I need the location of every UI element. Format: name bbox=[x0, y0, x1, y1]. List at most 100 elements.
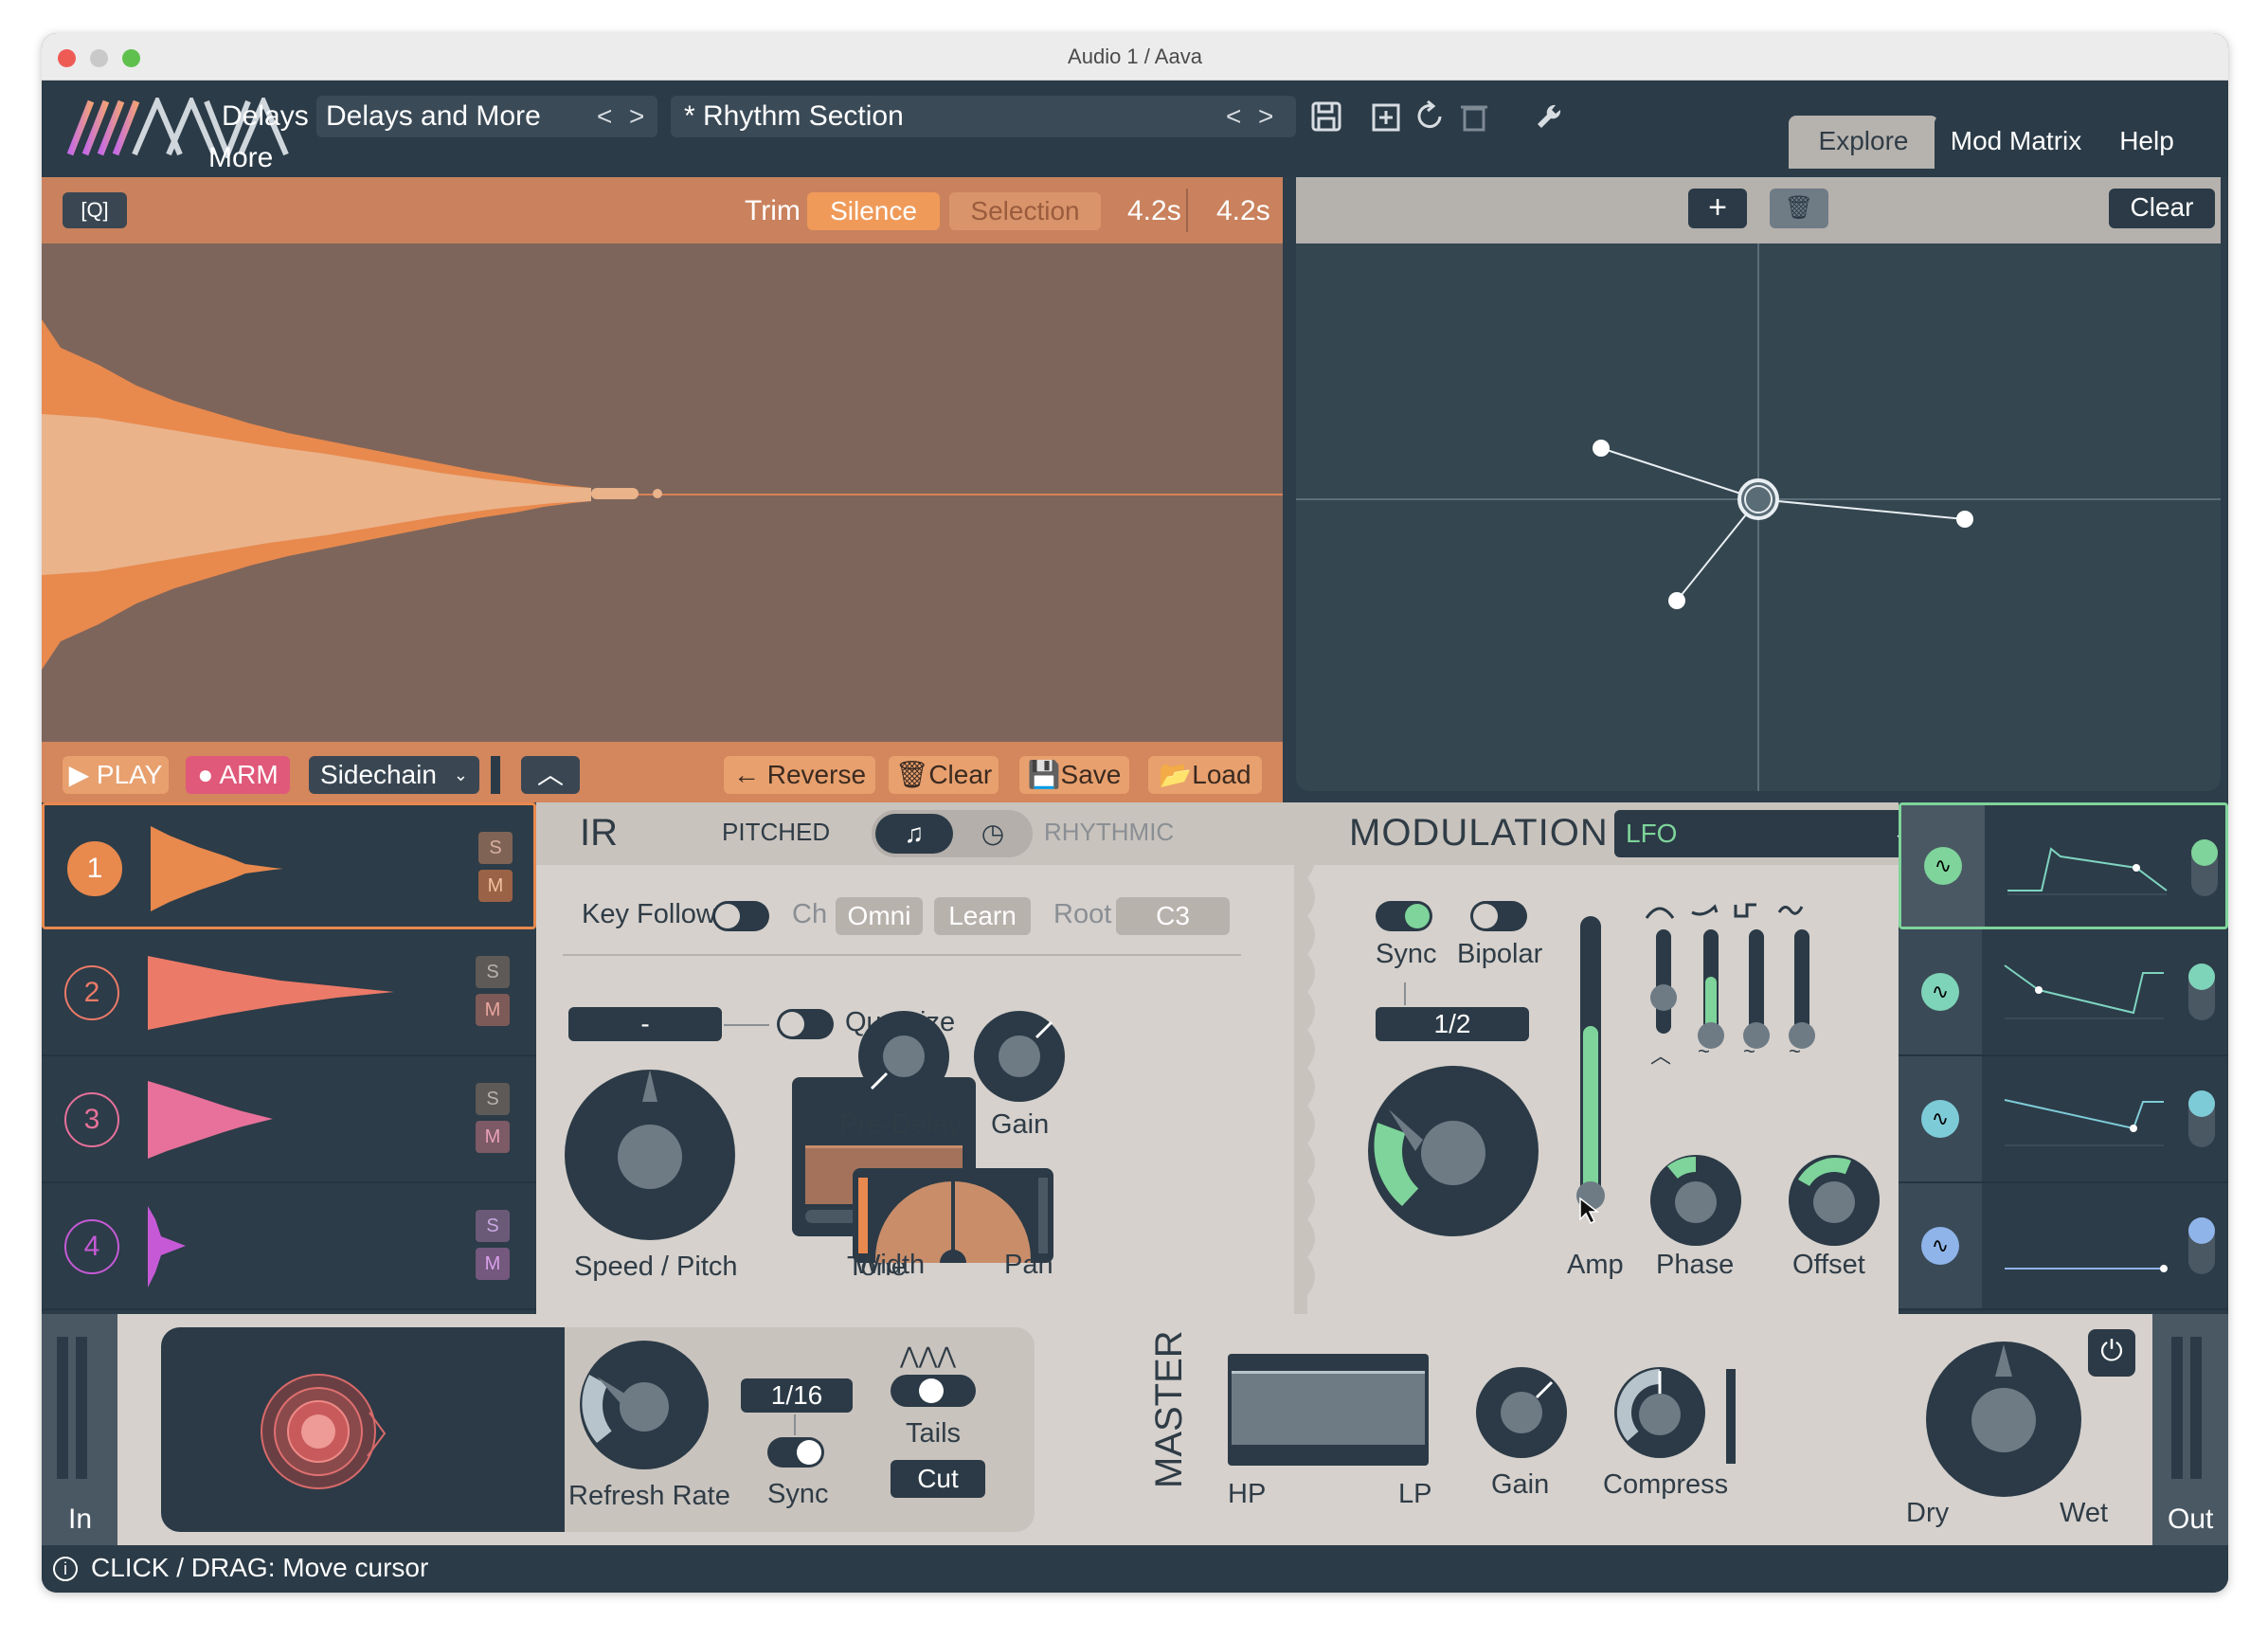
bank-prev-icon[interactable]: < bbox=[597, 96, 612, 137]
quantize-toggle[interactable] bbox=[777, 1009, 834, 1039]
width-pan-control[interactable] bbox=[853, 1168, 1053, 1263]
delete-point-icon[interactable]: 🗑 bbox=[1770, 189, 1828, 228]
zoom-button[interactable]: [Q] bbox=[63, 192, 127, 228]
delete-preset-icon[interactable] bbox=[1455, 98, 1493, 135]
pitch-value-field[interactable]: - bbox=[568, 1007, 722, 1041]
mute-button[interactable]: M bbox=[478, 870, 513, 902]
new-preset-icon[interactable] bbox=[1368, 98, 1406, 135]
tab-mod-matrix[interactable]: Mod Matrix bbox=[1935, 116, 2097, 169]
root-note-field[interactable]: C3 bbox=[1116, 897, 1230, 935]
add-point-icon[interactable]: + bbox=[1688, 189, 1747, 228]
tails-toggle[interactable] bbox=[891, 1375, 976, 1407]
save-preset-icon[interactable] bbox=[1307, 98, 1345, 135]
ir-slot-3[interactable]: 3 S M bbox=[42, 1056, 536, 1183]
preset-next-icon[interactable]: > bbox=[1258, 96, 1273, 137]
settings-wrench-icon[interactable] bbox=[1531, 98, 1569, 135]
play-button[interactable]: ▶ PLAY bbox=[63, 756, 169, 794]
pan-label: Pan bbox=[1004, 1250, 1053, 1280]
solo-button[interactable]: S bbox=[476, 1210, 510, 1242]
clear-label: Clear bbox=[928, 760, 993, 789]
visualizer[interactable] bbox=[161, 1327, 565, 1532]
ir-slot-1[interactable]: 1 S M bbox=[42, 802, 536, 929]
lfo-slot-2[interactable]: ∿ bbox=[1899, 929, 2228, 1056]
reverse-button[interactable]: ← Reverse bbox=[724, 756, 875, 794]
save-sample-button[interactable]: 💾Save bbox=[1019, 756, 1129, 794]
phase-knob[interactable] bbox=[1648, 1153, 1743, 1248]
chevron-up-icon[interactable]: ︿ bbox=[521, 756, 580, 794]
shape-handle-1[interactable] bbox=[1650, 984, 1677, 1011]
pre-delay-knob[interactable] bbox=[855, 1007, 953, 1106]
shape-slider-1[interactable] bbox=[1656, 929, 1671, 1034]
offset-knob[interactable] bbox=[1787, 1153, 1881, 1248]
mode-toggle[interactable]: ♫ ◷ bbox=[872, 810, 1033, 857]
hp-label: HP bbox=[1228, 1479, 1267, 1509]
xy-point[interactable] bbox=[1956, 511, 1973, 528]
pitched-note-icon[interactable]: ♫ bbox=[875, 814, 953, 854]
reset-icon[interactable] bbox=[1412, 98, 1449, 135]
lfo-slot-1[interactable]: ∿ bbox=[1899, 802, 2228, 929]
xy-point[interactable] bbox=[1668, 592, 1685, 609]
lfo-enable-toggle[interactable] bbox=[2191, 839, 2218, 896]
xy-point[interactable] bbox=[1593, 440, 1610, 457]
lfo-slot-3[interactable]: ∿ bbox=[1899, 1056, 2228, 1183]
offset-label: Offset bbox=[1792, 1250, 1865, 1280]
shape-slider-3[interactable] bbox=[1749, 929, 1764, 1034]
bank-name[interactable]: Delays and More bbox=[326, 96, 541, 137]
lfo-shape-preview bbox=[2005, 1265, 2168, 1272]
channel-select[interactable]: Omni bbox=[836, 897, 923, 935]
shape-slider-2[interactable] bbox=[1703, 929, 1719, 1034]
lfo-slot-4[interactable]: ∿ bbox=[1899, 1183, 2228, 1310]
cut-button[interactable]: Cut bbox=[891, 1460, 985, 1498]
refresh-rate-label: Refresh Rate bbox=[568, 1481, 730, 1511]
rhythmic-clock-icon[interactable]: ◷ bbox=[959, 814, 1027, 854]
trim-silence-button[interactable]: Silence bbox=[807, 192, 940, 230]
mute-button[interactable]: M bbox=[476, 994, 510, 1026]
amp-slider[interactable] bbox=[1580, 916, 1601, 1200]
mute-button[interactable]: M bbox=[476, 1121, 510, 1153]
ir-slot-4[interactable]: 4 S M bbox=[42, 1183, 536, 1310]
power-icon[interactable]: ⏻ bbox=[2088, 1329, 2135, 1377]
channel-label: Ch bbox=[792, 899, 828, 929]
learn-button[interactable]: Learn bbox=[934, 897, 1031, 935]
trim-selection-button[interactable]: Selection bbox=[949, 192, 1101, 230]
tab-help[interactable]: Help bbox=[2099, 116, 2194, 169]
speed-pitch-knob[interactable] bbox=[563, 1068, 737, 1242]
bank-next-icon[interactable]: > bbox=[629, 96, 644, 137]
load-sample-button[interactable]: 📂Load bbox=[1148, 756, 1262, 794]
mute-button[interactable]: M bbox=[476, 1248, 510, 1280]
mod-rate-knob[interactable] bbox=[1366, 1064, 1540, 1238]
lfo-enable-toggle[interactable] bbox=[2188, 1090, 2215, 1147]
lfo-enable-toggle[interactable] bbox=[2188, 1217, 2215, 1274]
hp-lp-filter-display[interactable] bbox=[1228, 1354, 1429, 1466]
output-meter-right bbox=[2190, 1337, 2202, 1479]
sidechain-select[interactable]: Sidechain ⌄ bbox=[309, 756, 479, 794]
pan-indicator bbox=[951, 1181, 955, 1259]
ir-gain-knob[interactable] bbox=[970, 1007, 1069, 1106]
arm-button[interactable]: ● ARM bbox=[186, 756, 290, 794]
solo-button[interactable]: S bbox=[476, 956, 510, 988]
mod-rate-field[interactable]: 1/2 bbox=[1376, 1007, 1529, 1041]
preset-name[interactable]: * Rhythm Section bbox=[684, 96, 904, 137]
lfo-enable-toggle[interactable] bbox=[2188, 964, 2215, 1020]
clear-sample-button[interactable]: 🗑Clear bbox=[889, 756, 999, 794]
preset-prev-icon[interactable]: < bbox=[1226, 96, 1241, 137]
dry-wet-knob[interactable] bbox=[1923, 1339, 2084, 1500]
solo-button[interactable]: S bbox=[476, 1083, 510, 1115]
explore-xy-pad[interactable]: + 🗑 Clear bbox=[1296, 177, 2221, 791]
division-field[interactable]: 1/16 bbox=[741, 1378, 853, 1413]
key-follow-toggle[interactable] bbox=[712, 901, 769, 931]
solo-button[interactable]: S bbox=[478, 832, 513, 864]
xy-graph[interactable] bbox=[1296, 243, 2221, 791]
clear-points-button[interactable]: Clear bbox=[2109, 189, 2215, 228]
refresh-rate-knob[interactable] bbox=[578, 1339, 711, 1471]
mod-source-select[interactable]: LFO⌄ bbox=[1614, 810, 1919, 857]
bipolar-toggle[interactable] bbox=[1470, 901, 1527, 931]
master-gain-knob[interactable] bbox=[1474, 1365, 1569, 1460]
visualizer-sync-toggle[interactable] bbox=[767, 1437, 824, 1468]
compress-knob[interactable] bbox=[1612, 1365, 1707, 1460]
shape-slider-4[interactable] bbox=[1794, 929, 1809, 1034]
waveform-display[interactable] bbox=[42, 243, 1283, 742]
sync-toggle[interactable] bbox=[1376, 901, 1432, 931]
tab-explore[interactable]: Explore bbox=[1789, 116, 1938, 169]
ir-slot-2[interactable]: 2 S M bbox=[42, 929, 536, 1056]
